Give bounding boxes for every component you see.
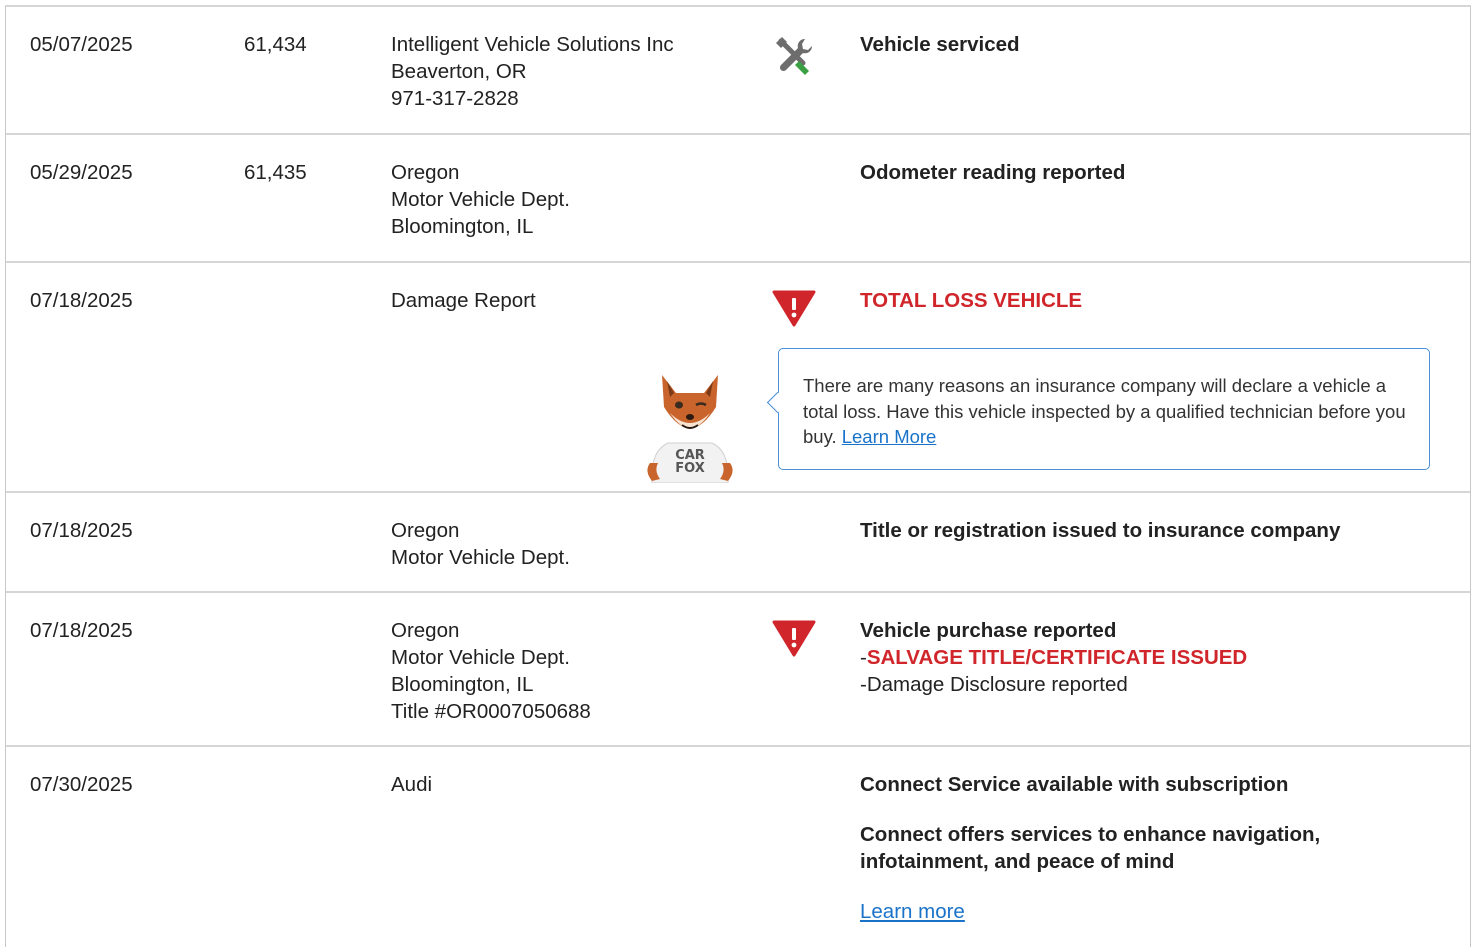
source-line: Beaverton, OR [391,60,527,83]
table-row: 05/29/2025 61,435 Oregon Motor Vehicle D… [6,135,1470,263]
comment-sub-alert: -SALVAGE TITLE/CERTIFICATE ISSUED [860,644,1460,671]
source-line: Bloomington, IL [391,673,534,696]
source-line: Bloomington, IL [391,215,534,238]
source-line: Oregon [391,519,460,542]
row-odometer: 61,434 [244,33,307,56]
wrench-screwdriver-icon [772,33,816,77]
row-source: Oregon Motor Vehicle Dept. Bloomington, … [391,159,570,240]
source-line: Oregon [391,161,460,184]
row-comment: Odometer reading reported [860,161,1126,184]
row-date: 07/18/2025 [30,619,133,642]
source-line: Damage Report [391,289,536,312]
comment-title: Vehicle purchase reported [860,619,1117,642]
row-odometer: 61,435 [244,161,307,184]
damage-disclosure-text: Damage Disclosure reported [866,673,1128,696]
source-line: Motor Vehicle Dept. [391,188,570,211]
row-date: 07/18/2025 [30,519,133,542]
learn-more-link[interactable]: Learn more [860,900,965,923]
source-line: Title #OR0007050688 [391,700,591,723]
mascot-shirt-text: FOX [675,461,705,476]
alert-triangle-icon [772,619,816,663]
row-comment: Vehicle purchase reported -SALVAGE TITLE… [860,617,1460,698]
bullet: - [860,646,867,669]
row-date: 05/29/2025 [30,161,133,184]
row-comment: Vehicle serviced [860,33,1020,56]
alert-triangle-icon [772,289,816,333]
total-loss-tooltip: There are many reasons an insurance comp… [778,348,1430,470]
salvage-title-text: SALVAGE TITLE/CERTIFICATE ISSUED [866,646,1248,669]
row-date: 07/18/2025 [30,289,133,312]
comment-detail-line: infotainment, and peace of mind [860,850,1175,873]
source-line: Intelligent Vehicle Solutions Inc [391,33,674,56]
source-line: Motor Vehicle Dept. [391,546,570,569]
table-row: 07/30/2025 Audi Connect Service availabl… [6,747,1470,947]
bullet: - [860,673,867,696]
row-date: 07/30/2025 [30,773,133,796]
row-source: Intelligent Vehicle Solutions Inc Beaver… [391,31,674,112]
table-row: 05/07/2025 61,434 Intelligent Vehicle So… [6,7,1470,135]
table-row: 07/18/2025 Damage Report TOTAL LOSS VEHI… [6,263,1470,493]
row-comment: Connect Service available with subscript… [860,771,1460,925]
table-row: 07/18/2025 Oregon Motor Vehicle Dept. Ti… [6,493,1470,593]
source-line: Motor Vehicle Dept. [391,646,570,669]
source-line: 971-317-2828 [391,87,519,110]
row-comment-alert: TOTAL LOSS VEHICLE [860,289,1083,312]
row-source: Oregon Motor Vehicle Dept. [391,517,570,571]
carfox-mascot-icon: CAR FOX [640,367,740,484]
table-row: 07/18/2025 Oregon Motor Vehicle Dept. Bl… [6,593,1470,747]
source-line: Oregon [391,619,460,642]
row-comment: Title or registration issued to insuranc… [860,519,1341,542]
learn-more-link[interactable]: Learn More [842,426,937,447]
comment-detail-line: Connect offers services to enhance navig… [860,823,1321,846]
vehicle-history-table: 05/07/2025 61,434 Intelligent Vehicle So… [5,5,1471,947]
comment-sub: -Damage Disclosure reported [860,671,1460,698]
row-date: 05/07/2025 [30,33,133,56]
comment-title: Connect Service available with subscript… [860,773,1289,796]
row-source: Audi [391,771,432,798]
row-source: Damage Report [391,287,536,314]
source-line: Audi [391,773,433,796]
row-source: Oregon Motor Vehicle Dept. Bloomington, … [391,617,591,725]
